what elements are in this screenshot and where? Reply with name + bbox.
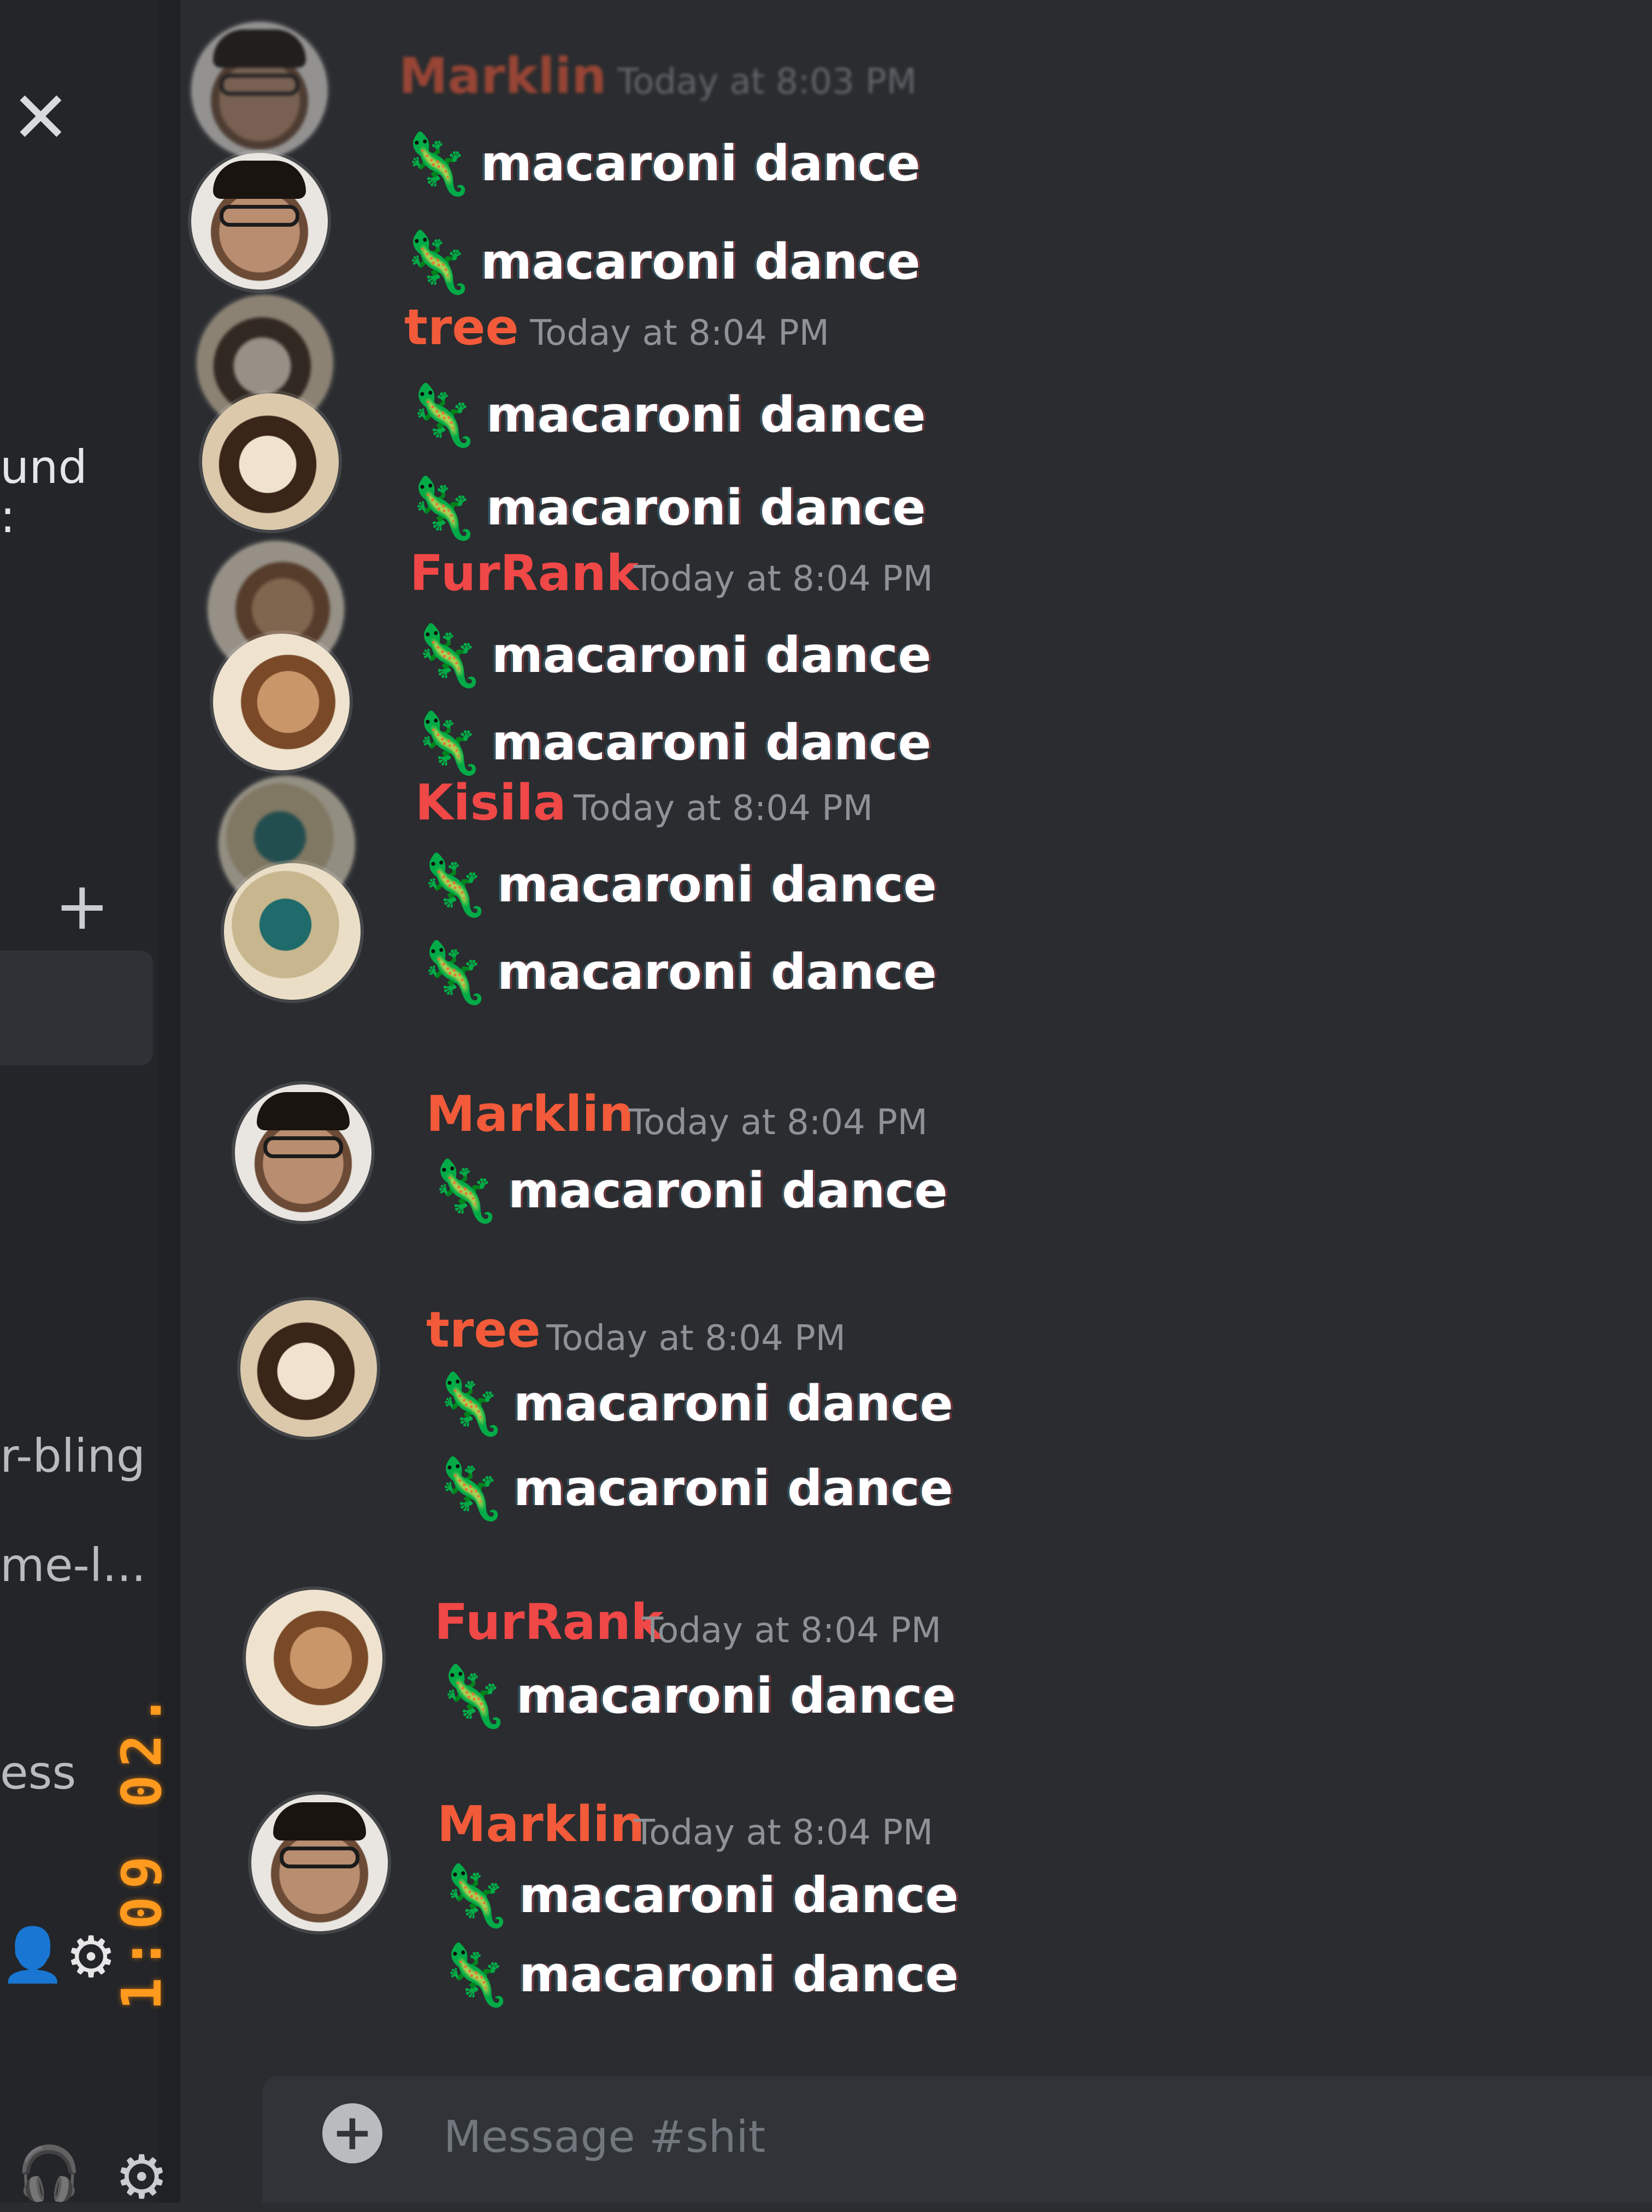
avatar[interactable] bbox=[213, 634, 350, 770]
close-icon[interactable]: ✕ bbox=[11, 82, 70, 153]
message-author[interactable]: FurRank bbox=[410, 546, 639, 601]
lizard-icon: 🦎 bbox=[415, 937, 490, 1007]
message-author[interactable]: FurRank bbox=[434, 1595, 663, 1650]
message-author[interactable]: Marklin bbox=[399, 49, 606, 104]
message-author[interactable]: Marklin bbox=[437, 1797, 645, 1852]
channel-label-fragment: : bbox=[0, 489, 16, 543]
message-timestamp: Today at 8:04 PM bbox=[546, 1318, 846, 1359]
lizard-icon: 🦎 bbox=[432, 1369, 506, 1439]
message-input[interactable] bbox=[442, 2103, 1428, 2170]
clock-reflection: 1:09 02. bbox=[110, 1686, 174, 2010]
channel-label-fragment[interactable]: und bbox=[0, 443, 87, 492]
avatar[interactable] bbox=[246, 1590, 382, 1726]
lizard-icon: 🦎 bbox=[410, 621, 485, 691]
avatar[interactable] bbox=[251, 1795, 388, 1931]
avatar[interactable] bbox=[240, 1300, 377, 1437]
avatar[interactable] bbox=[224, 863, 361, 1000]
channel-actions-panel: 👤 ⚙ bbox=[0, 951, 153, 1985]
avatar[interactable] bbox=[202, 393, 339, 530]
message-timestamp: Today at 8:04 PM bbox=[634, 1813, 933, 1853]
message-timestamp: Today at 8:04 PM bbox=[628, 1102, 928, 1143]
user-settings-gear-icon[interactable]: ⚙ bbox=[115, 2147, 169, 2207]
message-line: 🦎 macaroni dance bbox=[437, 1940, 959, 2010]
avatar[interactable] bbox=[235, 1084, 371, 1221]
lizard-icon: 🦎 bbox=[404, 380, 479, 450]
message-line: 🦎 macaroni dance bbox=[410, 621, 931, 691]
message-timestamp: Today at 8:04 PM bbox=[634, 559, 933, 599]
lizard-icon: 🦎 bbox=[415, 850, 490, 920]
message-line: 🦎 macaroni dance bbox=[410, 708, 931, 778]
avatar[interactable] bbox=[191, 153, 328, 290]
message-line: 🦎 macaroni dance bbox=[415, 850, 937, 920]
message-composer: + bbox=[262, 2076, 1652, 2203]
attach-plus-icon[interactable]: + bbox=[322, 2103, 382, 2163]
avatar[interactable] bbox=[191, 22, 328, 158]
message-timestamp: Today at 8:04 PM bbox=[530, 313, 829, 353]
channel-item-me[interactable]: me-l... bbox=[0, 1541, 146, 1590]
message-author[interactable]: tree bbox=[404, 300, 519, 355]
lizard-icon: 🦎 bbox=[434, 1661, 509, 1731]
message-line: 🦎 macaroni dance bbox=[415, 937, 937, 1007]
message-timestamp: Today at 8:04 PM bbox=[642, 1611, 941, 1651]
lizard-icon: 🦎 bbox=[410, 708, 485, 778]
message-line: 🦎 macaroni dance bbox=[426, 1156, 948, 1226]
channel-item-ess[interactable]: ess bbox=[0, 1748, 76, 1797]
message-author[interactable]: Kisila bbox=[415, 776, 567, 830]
add-icon[interactable]: + bbox=[55, 874, 110, 940]
chat-area: Marklin Today at 8:03 PM 🦎 macaroni danc… bbox=[180, 0, 1652, 2203]
add-user-icon[interactable]: 👤 bbox=[0, 1928, 66, 1981]
gear-icon[interactable]: ⚙ bbox=[66, 1928, 116, 1985]
message-timestamp: Today at 8:04 PM bbox=[574, 788, 873, 829]
server-sidebar: ✕ und : + 👤 ⚙ r-bling me-l... ess 🎧 ⚙ 1:… bbox=[0, 0, 180, 2207]
headset-icon[interactable]: 🎧 bbox=[16, 2147, 82, 2199]
message-author[interactable]: tree bbox=[426, 1303, 541, 1358]
message-line: 🦎 macaroni dance bbox=[437, 1861, 959, 1931]
message-line: 🦎 macaroni dance bbox=[399, 227, 921, 297]
message-line: 🦎 macaroni dance bbox=[399, 129, 921, 199]
message-timestamp: Today at 8:03 PM bbox=[617, 62, 917, 102]
lizard-icon: 🦎 bbox=[437, 1861, 512, 1931]
lizard-icon: 🦎 bbox=[399, 129, 474, 199]
lizard-icon: 🦎 bbox=[437, 1940, 512, 2010]
message-line: 🦎 macaroni dance bbox=[404, 473, 926, 543]
channel-item-bling[interactable]: r-bling bbox=[0, 1431, 145, 1480]
lizard-icon: 🦎 bbox=[404, 473, 479, 543]
lizard-icon: 🦎 bbox=[432, 1454, 506, 1524]
message-line: 🦎 macaroni dance bbox=[432, 1369, 953, 1439]
message-line: 🦎 macaroni dance bbox=[404, 380, 926, 450]
message-author[interactable]: Marklin bbox=[426, 1087, 634, 1142]
message-line: 🦎 macaroni dance bbox=[434, 1661, 956, 1731]
message-line: 🦎 macaroni dance bbox=[432, 1454, 953, 1524]
lizard-icon: 🦎 bbox=[426, 1156, 501, 1226]
lizard-icon: 🦎 bbox=[399, 227, 474, 297]
